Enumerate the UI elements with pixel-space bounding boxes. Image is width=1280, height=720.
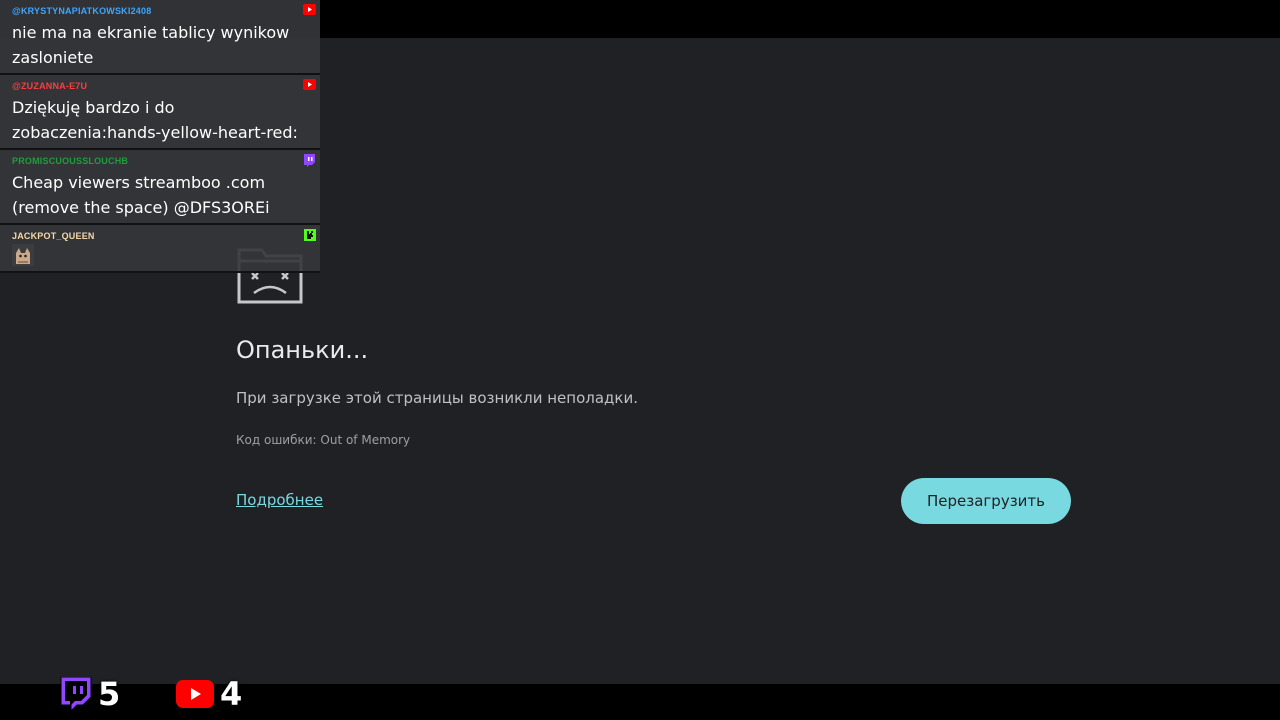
youtube-icon [303,4,316,15]
chat-text: nie ma na ekranie tablicy wynikow zaslon… [12,23,290,67]
twitch-icon [60,677,92,711]
chat-message: PROMISCUOUSSLOUCHB Cheap viewers streamb… [0,150,320,225]
youtube-icon [303,79,316,90]
reload-button[interactable]: Перезагрузить [901,478,1071,524]
twitch-viewer-count: 5 [98,675,121,713]
twitch-viewer-stat: 5 [58,675,121,713]
chat-text: Dziękuję bardzo i do zobaczenia:hands-ye… [12,98,298,142]
cat-emote-icon [12,244,34,266]
chat-text: Cheap viewers streamboo .com (remove the… [12,173,270,217]
error-title: Опаньки... [236,336,369,364]
chat-message: @ZUZANNA-E7U Dziękuję bardzo i do zobacz… [0,75,320,150]
chat-message: @KRYSTYNAPIATKOWSKI2408 nie ma na ekrani… [0,0,320,75]
youtube-viewer-stat: 4 [176,675,243,713]
error-code: Код ошибки: Out of Memory [236,433,411,447]
chat-username: PROMISCUOUSSLOUCHB [12,156,129,166]
learn-more-link[interactable]: Подробнее [236,491,323,509]
youtube-viewer-count: 4 [220,675,243,713]
twitch-icon [304,154,315,167]
chat-overlay: @KRYSTYNAPIATKOWSKI2408 nie ma na ekrani… [0,0,320,273]
kick-icon [304,229,316,241]
youtube-icon [176,680,214,708]
chat-message: JACKPOT_QUEEN [0,225,320,273]
error-message: При загрузке этой страницы возникли непо… [236,389,638,407]
chat-username: @ZUZANNA-E7U [12,81,88,91]
chat-username: JACKPOT_QUEEN [12,231,95,241]
chat-username: @KRYSTYNAPIATKOWSKI2408 [12,6,152,16]
